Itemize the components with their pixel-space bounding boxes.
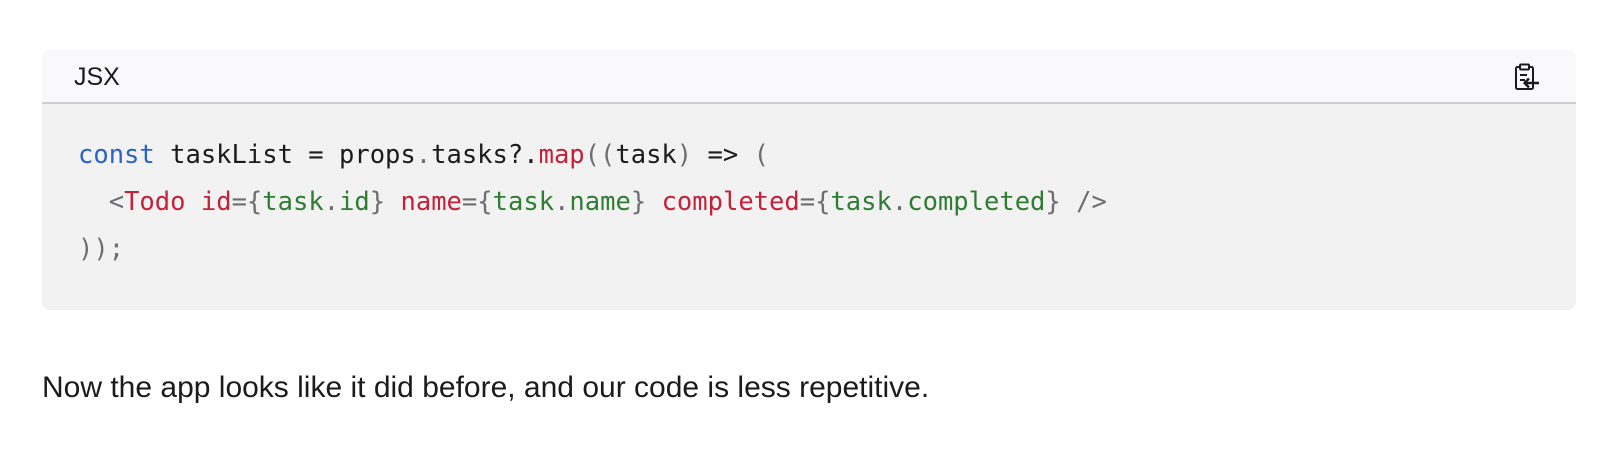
code-token: task [492, 187, 555, 217]
copy-to-clipboard-button[interactable] [1508, 59, 1544, 95]
code-token: id [339, 187, 370, 217]
code-token: { [246, 187, 263, 217]
code-token: task [615, 140, 677, 170]
code-token: (( [584, 140, 616, 170]
code-token: name [400, 187, 462, 217]
code-token: Todo [124, 187, 186, 217]
code-token: } [630, 187, 647, 217]
code-token: )); [78, 234, 125, 264]
code-token: tasks?. [431, 140, 539, 170]
code-token: ) [676, 140, 693, 170]
code-line: )); [78, 226, 1107, 273]
language-label: JSX [74, 63, 120, 91]
code-token: completed [661, 187, 800, 217]
code-token: completed [907, 187, 1046, 217]
code-token: . [415, 140, 432, 170]
code-token: . [323, 187, 340, 217]
code-token: taskList = props [154, 140, 416, 170]
code-token: } [1045, 187, 1061, 217]
code-token: ( [753, 140, 769, 170]
code-token: const [78, 140, 155, 170]
code-body: const taskList = props.tasks?.map((task)… [78, 132, 1107, 273]
code-token: = [231, 187, 247, 217]
code-token: => [692, 140, 754, 170]
code-token: } [369, 187, 386, 217]
code-token: map [538, 140, 585, 170]
code-token: id [200, 187, 232, 217]
code-token: { [477, 187, 493, 217]
page: JSX const taskList = props.tasks?.map((t… [0, 0, 1620, 460]
clipboard-copy-icon [1515, 63, 1539, 90]
code-example: JSX const taskList = props.tasks?.map((t… [42, 50, 1576, 310]
code-token: { [815, 187, 831, 217]
code-token: < [78, 187, 125, 217]
code-token: = [461, 187, 478, 217]
code-token: task [830, 187, 892, 217]
code-token: . [891, 187, 908, 217]
code-token: = [799, 187, 816, 217]
code-header: JSX [42, 50, 1576, 104]
code-token: /> [1060, 187, 1107, 217]
code-line: const taskList = props.tasks?.map((task)… [78, 132, 1107, 179]
code-token: name [569, 187, 631, 217]
code-token: task [262, 187, 324, 217]
code-line: <Todo id={task.id} name={task.name} comp… [78, 179, 1107, 226]
code-token: . [554, 187, 570, 217]
paragraph: Now the app looks like it did before, an… [42, 371, 930, 404]
